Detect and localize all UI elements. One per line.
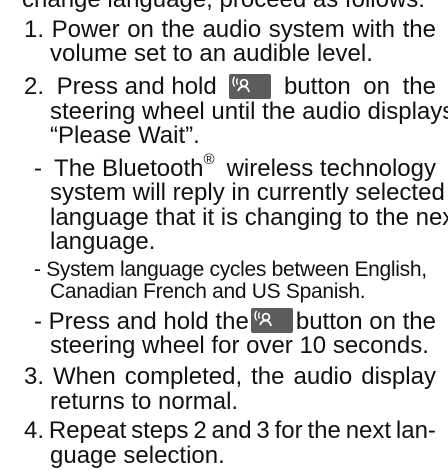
step2-line3: “Please Wait”.	[50, 121, 200, 149]
step4-number: 4.	[24, 417, 45, 445]
step1-line2: volume set to an audible level.	[50, 40, 373, 68]
subitem3-line2: steering wheel for over 10 seconds.	[50, 332, 429, 360]
step4-word: for	[274, 417, 303, 445]
step1-word: the	[402, 16, 436, 43]
step2-number: 2.	[24, 73, 45, 101]
step4-word: next	[345, 417, 392, 445]
subitem1-line4: language.	[50, 227, 156, 255]
step3-word: display	[361, 363, 436, 391]
step4-word: the	[307, 417, 341, 445]
step1-number: 1.	[24, 16, 45, 43]
clipped-intro-line: change language, proceed as follows:	[22, 0, 425, 14]
subitem1-dash: -	[34, 154, 42, 182]
registered-mark: ®	[203, 150, 215, 168]
document-page: change language, proceed as follows: 1. …	[0, 0, 448, 470]
step4-line2: guage selection.	[50, 441, 225, 469]
voice-command-icon	[229, 73, 272, 99]
step3-word: the	[251, 363, 285, 391]
voice-command-icon	[251, 308, 294, 334]
step4-word: 3	[256, 417, 270, 445]
step4-word: lan-	[395, 417, 436, 445]
step3-number: 3.	[24, 363, 45, 391]
step3-line2: returns to normal.	[50, 387, 239, 415]
subitem2-line2: Canadian French and US Spanish.	[50, 280, 366, 304]
step3-word: audio	[293, 363, 353, 391]
